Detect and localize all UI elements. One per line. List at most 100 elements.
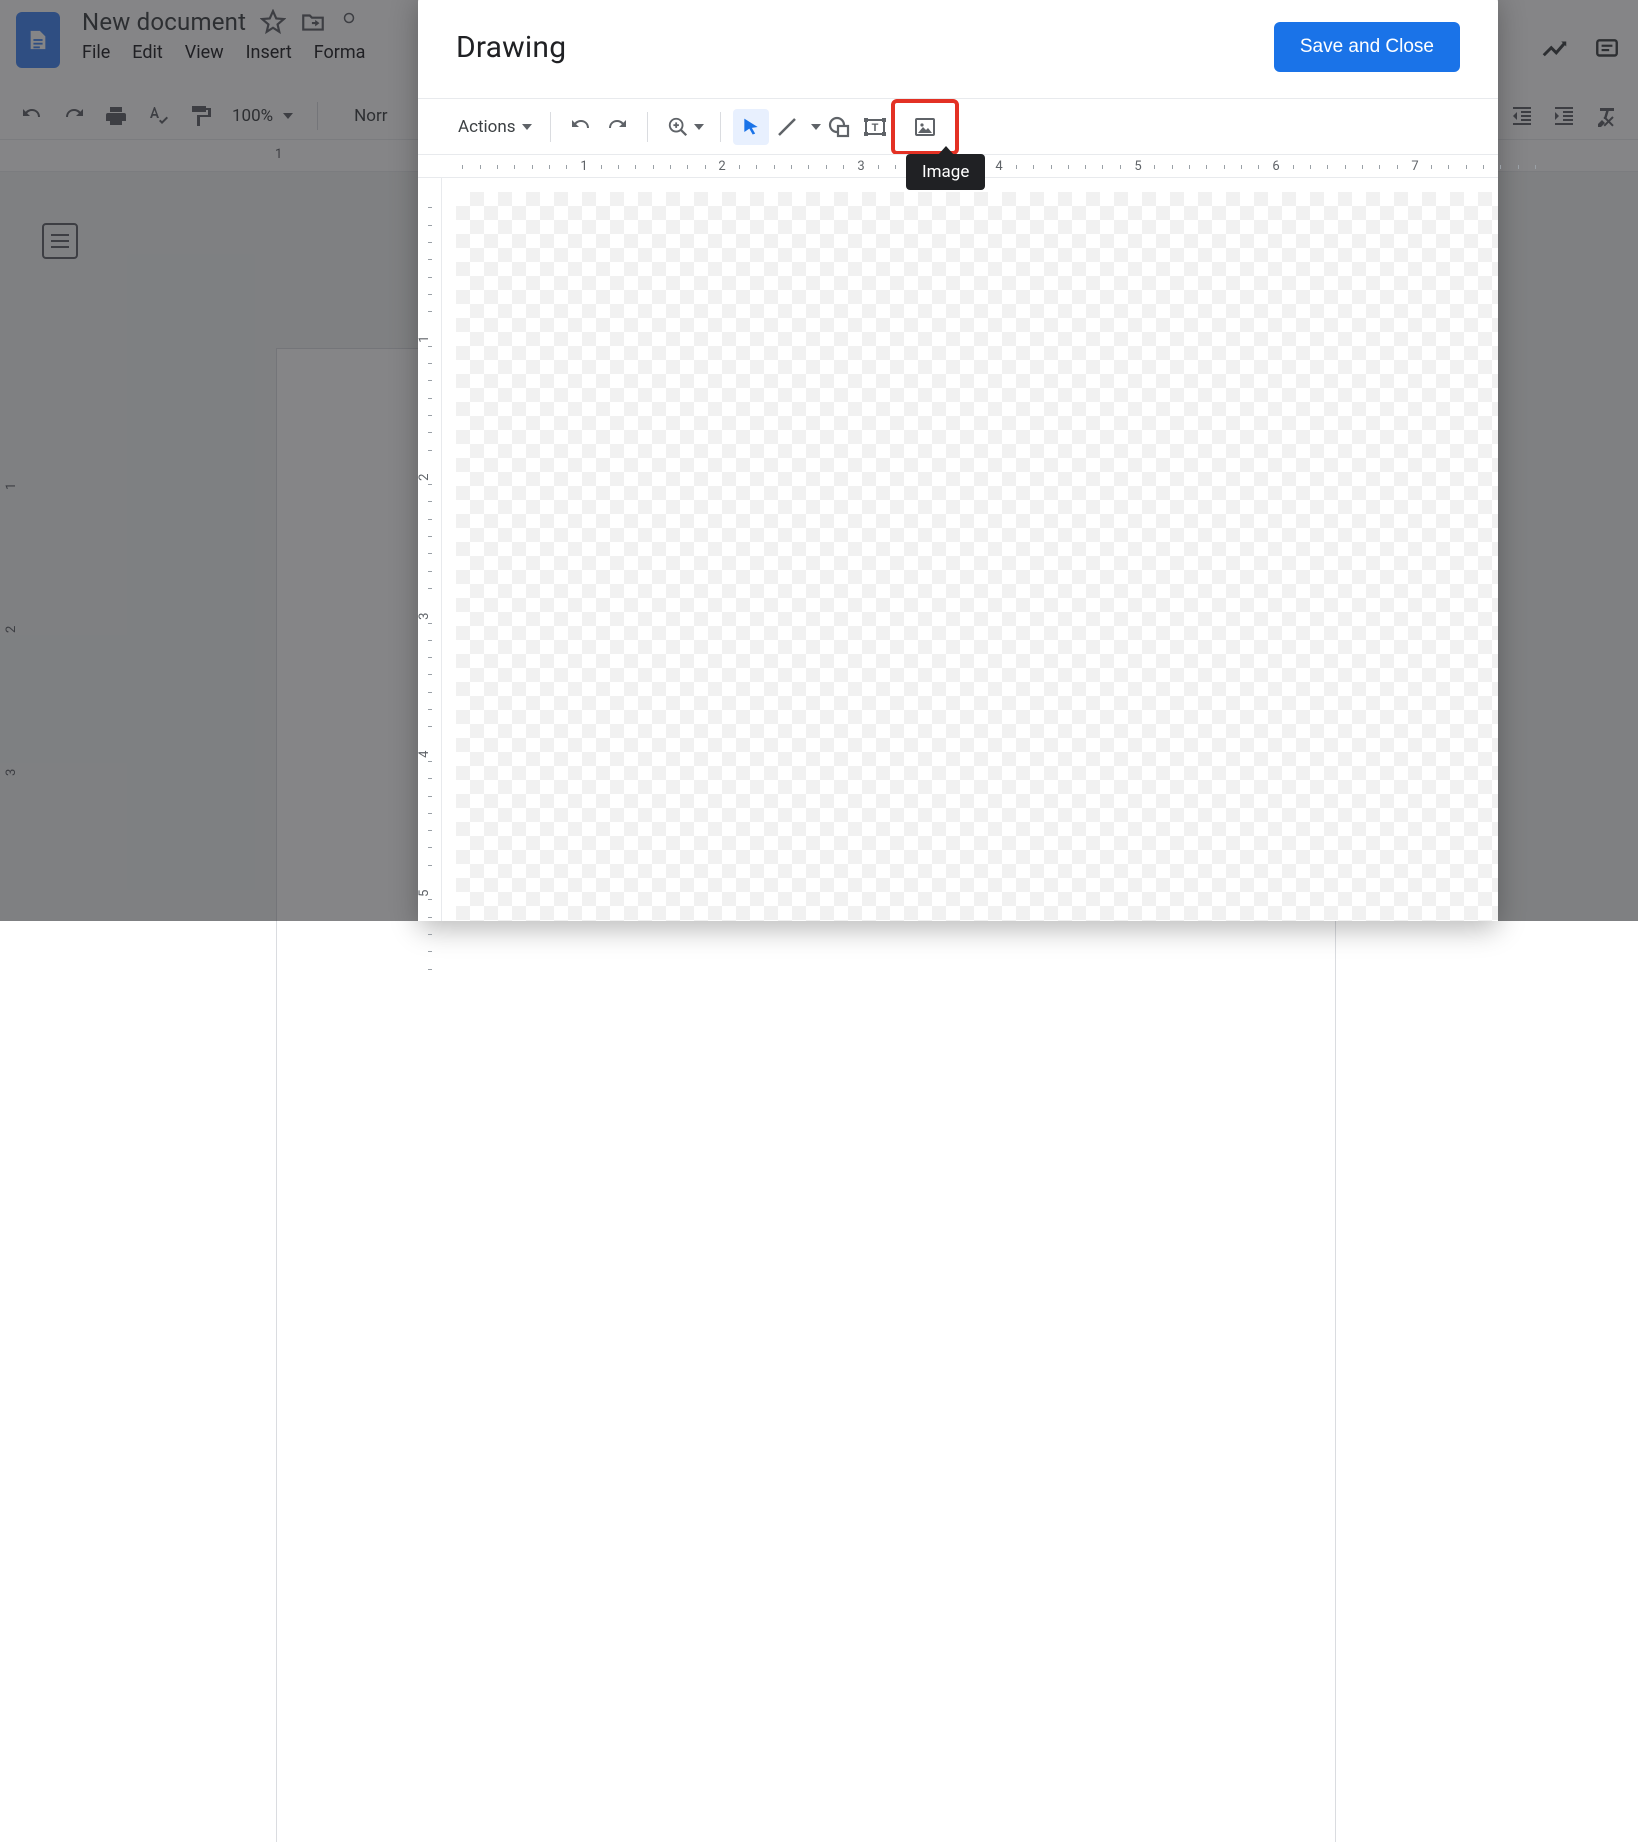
drawing-dialog: Drawing Save and Close Actions [418, 0, 1498, 921]
hruler-minor [826, 165, 827, 169]
vruler-minor [428, 242, 432, 243]
hruler-mark: 4 [995, 159, 1002, 174]
vruler-minor [428, 450, 432, 451]
vruler-minor [428, 519, 432, 520]
hruler-mark: 3 [857, 159, 864, 174]
vruler-minor [428, 640, 432, 641]
drawing-canvas[interactable] [442, 178, 1498, 921]
hruler-minor [549, 165, 550, 169]
hruler-minor [1362, 165, 1363, 169]
hruler-minor [687, 165, 688, 169]
hruler-minor [1310, 165, 1311, 169]
hruler-minor [1483, 165, 1484, 169]
vruler-minor [428, 847, 432, 848]
hruler-minor [1016, 165, 1017, 169]
vruler-minor [428, 899, 432, 900]
zoom-caret-icon[interactable] [694, 124, 704, 130]
vruler-minor [428, 709, 432, 710]
hruler-minor [843, 165, 844, 169]
vruler-minor [428, 277, 432, 278]
vruler-minor [428, 536, 432, 537]
hruler-minor [1206, 165, 1207, 169]
hruler-minor [1189, 165, 1190, 169]
hruler-mark: 6 [1272, 159, 1279, 174]
hruler-minor [1033, 165, 1034, 169]
hruler-minor [808, 165, 809, 169]
checker-background [456, 192, 1498, 921]
vruler-minor [428, 398, 432, 399]
hruler-minor [635, 165, 636, 169]
hruler-minor [462, 165, 463, 169]
vruler-minor [428, 225, 432, 226]
hruler-mark: 5 [1134, 159, 1141, 174]
hruler-minor [739, 165, 740, 169]
hruler-minor [1085, 165, 1086, 169]
redo-drawing-icon[interactable] [599, 109, 635, 145]
hruler-minor [1102, 165, 1103, 169]
vruler-minor [428, 726, 432, 727]
hruler-minor [497, 165, 498, 169]
vruler-minor [428, 623, 432, 624]
vruler-minor [428, 501, 432, 502]
hruler-minor [895, 165, 896, 169]
vruler-minor [428, 380, 432, 381]
vruler-minor [428, 865, 432, 866]
drawing-toolbar: Actions T [418, 98, 1498, 154]
vruler-minor [428, 657, 432, 658]
hruler-minor [601, 165, 602, 169]
hruler-minor [653, 165, 654, 169]
image-tool-icon[interactable] [893, 101, 957, 153]
vruler-minor [428, 294, 432, 295]
hruler-mark: 2 [718, 159, 725, 174]
hruler-minor [532, 165, 533, 169]
line-caret-icon[interactable] [811, 124, 821, 130]
vruler-minor [428, 969, 432, 970]
zoom-tool-icon[interactable] [660, 109, 696, 145]
vruler-minor [428, 692, 432, 693]
hruler-minor [1154, 165, 1155, 169]
hruler-minor [1051, 165, 1052, 169]
hruler-minor [774, 165, 775, 169]
hruler-mark: 7 [1411, 159, 1418, 174]
vruler-mark: 4 [417, 751, 432, 758]
hruler-minor [1068, 165, 1069, 169]
actions-label: Actions [458, 117, 516, 137]
vruler-minor [428, 761, 432, 762]
hruler-minor [514, 165, 515, 169]
vruler-minor [428, 796, 432, 797]
hruler-minor [1535, 165, 1536, 169]
vruler-minor [428, 778, 432, 779]
vruler-minor [428, 346, 432, 347]
hruler-minor [1327, 165, 1328, 169]
hruler-minor [1293, 165, 1294, 169]
hruler-minor [791, 165, 792, 169]
actions-menu[interactable]: Actions [452, 117, 538, 137]
hruler-minor [1397, 165, 1398, 169]
vruler-minor [428, 813, 432, 814]
vruler-minor [428, 553, 432, 554]
hruler-minor [1379, 165, 1380, 169]
vruler-minor [428, 571, 432, 572]
hruler-minor [1500, 165, 1501, 169]
hruler-minor [878, 165, 879, 169]
svg-text:T: T [871, 122, 878, 134]
hruler-minor [1345, 165, 1346, 169]
hruler-minor [1241, 165, 1242, 169]
vruler-minor [428, 363, 432, 364]
textbox-tool-icon[interactable]: T [857, 109, 893, 145]
vruler-minor [428, 588, 432, 589]
vruler-minor [428, 934, 432, 935]
tooltip-text: Image [922, 162, 969, 182]
undo-drawing-icon[interactable] [563, 109, 599, 145]
select-tool-icon[interactable] [733, 109, 769, 145]
line-tool-icon[interactable] [769, 109, 805, 145]
shape-tool-icon[interactable] [821, 109, 857, 145]
vruler-mark: 3 [417, 613, 432, 620]
hruler-minor [756, 165, 757, 169]
vruler-minor [428, 432, 432, 433]
hruler-minor [1518, 165, 1519, 169]
hruler-minor [1466, 165, 1467, 169]
hruler-minor [670, 165, 671, 169]
vruler-minor [428, 207, 432, 208]
save-close-button[interactable]: Save and Close [1274, 22, 1460, 72]
